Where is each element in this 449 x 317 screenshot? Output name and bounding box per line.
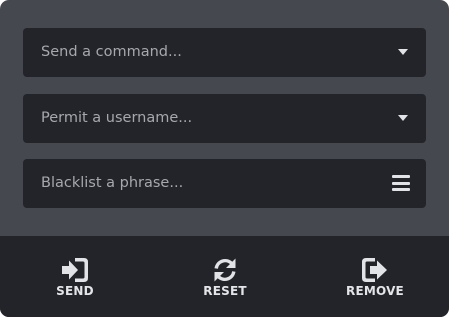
sign-out-icon [362,258,387,282]
list-menu-icon[interactable] [392,175,410,191]
permit-username-select[interactable]: Permit a username... [23,94,426,143]
remove-label: REMOVE [346,284,404,298]
action-toolbar: SEND RESET REMOVE [0,236,449,317]
sign-in-icon [62,258,88,282]
chevron-down-icon[interactable] [398,49,408,55]
send-command-select[interactable]: Send a command... [23,28,426,77]
permit-username-placeholder: Permit a username... [41,110,193,126]
send-button[interactable]: SEND [25,236,125,317]
reset-label: RESET [203,284,247,298]
send-label: SEND [56,284,94,298]
remove-button[interactable]: REMOVE [325,236,425,317]
chevron-down-icon[interactable] [398,115,408,121]
blacklist-phrase-input[interactable]: Blacklist a phrase... [23,159,426,208]
reset-button[interactable]: RESET [175,236,275,317]
refresh-icon [214,258,236,282]
send-command-placeholder: Send a command... [41,44,182,60]
blacklist-phrase-placeholder: Blacklist a phrase... [41,175,184,191]
command-panel: Send a command... Permit a username... B… [0,0,449,317]
